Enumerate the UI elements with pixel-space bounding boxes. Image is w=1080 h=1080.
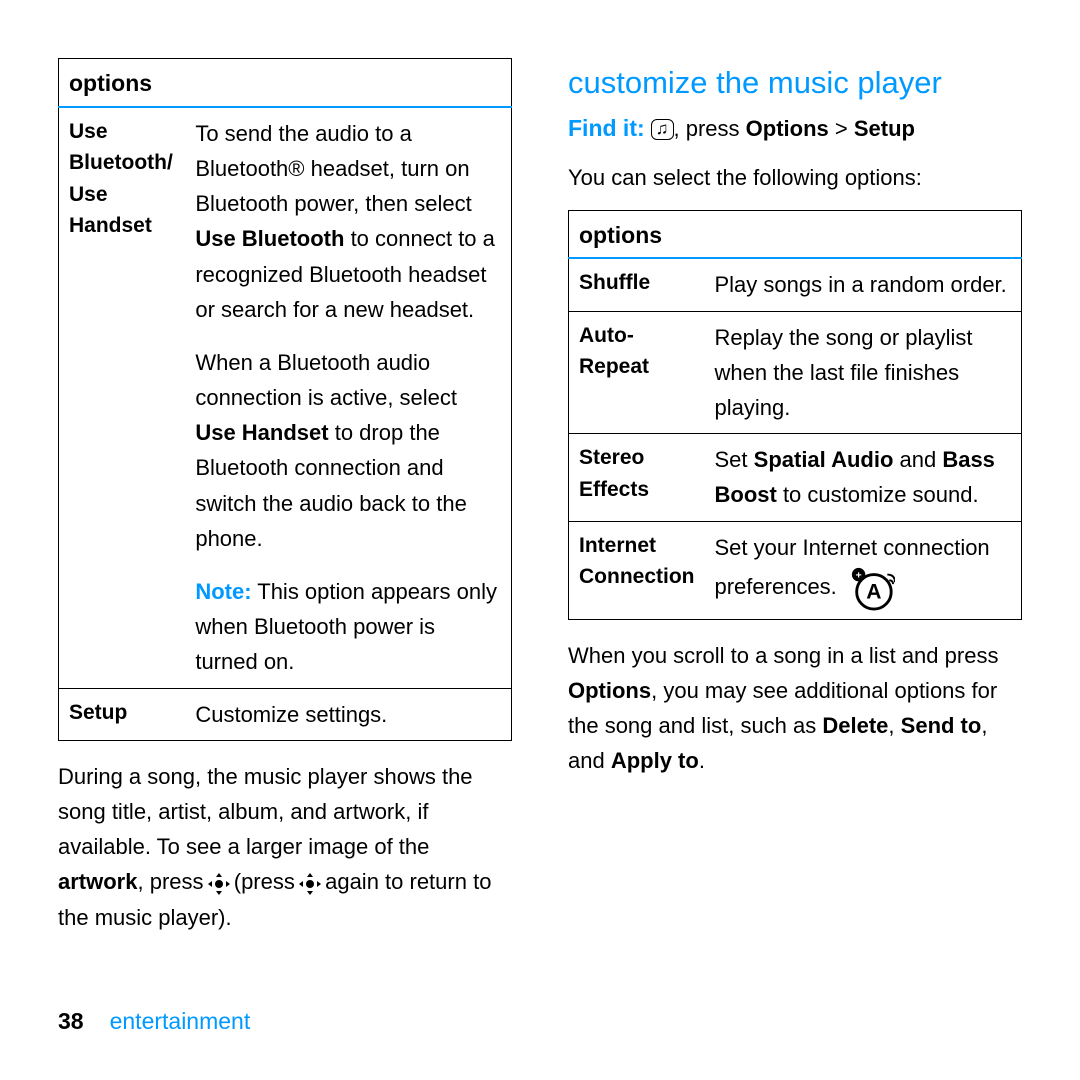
stereo-effects-label: Stereo Effects — [569, 434, 705, 521]
section-heading: customize the music player — [568, 58, 1022, 108]
left-column: options Use Bluetooth/ Use Handset To se… — [0, 0, 540, 1080]
nav-key-icon — [301, 875, 319, 893]
setup-option-desc: Customize settings. — [185, 688, 511, 740]
options-table-right: options Shuffle Play songs in a random o… — [568, 210, 1022, 620]
bt-note: Note: This option appears only when Blue… — [195, 574, 501, 680]
options-header: options — [59, 59, 512, 107]
shuffle-desc: Play songs in a random order. — [705, 258, 1022, 311]
lead-text: You can select the following options: — [568, 160, 1022, 195]
setup-option-label: Setup — [59, 688, 186, 740]
internet-connection-label: Internet Connection — [569, 521, 705, 619]
shuffle-label: Shuffle — [569, 258, 705, 311]
bt-para-2: When a Bluetooth audio connection is act… — [195, 345, 501, 556]
find-it-line: Find it: ♫, press Options > Setup — [568, 110, 1022, 147]
page-footer: 38 entertainment — [58, 1003, 250, 1040]
stereo-effects-desc: Set Spatial Audio and Bass Boost to cust… — [705, 434, 1022, 521]
page-number: 38 — [58, 1008, 84, 1034]
internet-connection-desc: Set your Internet connection preferences… — [705, 521, 1022, 619]
svg-text:+: + — [855, 569, 861, 581]
bluetooth-option-desc: To send the audio to a Bluetooth® headse… — [185, 107, 511, 688]
svg-text:A: A — [866, 580, 881, 603]
auto-repeat-label: Auto- Repeat — [569, 311, 705, 434]
options-header: options — [569, 210, 1022, 258]
bluetooth-option-label: Use Bluetooth/ Use Handset — [59, 107, 186, 688]
accessibility-icon: A + — [849, 565, 895, 611]
options-table-left: options Use Bluetooth/ Use Handset To se… — [58, 58, 512, 741]
bt-para-1: To send the audio to a Bluetooth® headse… — [195, 116, 501, 327]
right-column: customize the music player Find it: ♫, p… — [540, 0, 1080, 1080]
music-key-icon: ♫ — [651, 119, 674, 140]
auto-repeat-desc: Replay the song or playlist when the las… — [705, 311, 1022, 434]
manual-page: options Use Bluetooth/ Use Handset To se… — [0, 0, 1080, 1080]
artwork-paragraph: During a song, the music player shows th… — [58, 759, 512, 935]
section-name: entertainment — [110, 1008, 251, 1034]
nav-key-icon — [210, 875, 228, 893]
trailing-paragraph: When you scroll to a song in a list and … — [568, 638, 1022, 779]
